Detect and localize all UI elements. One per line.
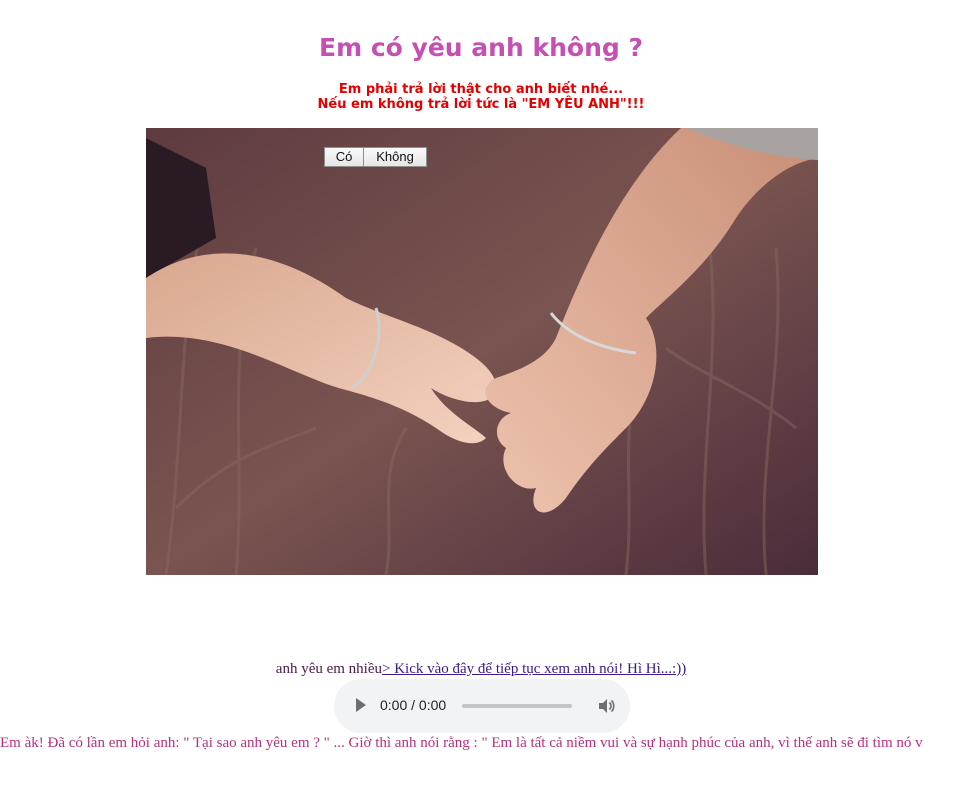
holding-hands-photo <box>146 128 818 575</box>
audio-progress-slider[interactable] <box>462 704 572 708</box>
subtitle-line-1: Em phải trả lời thật cho anh biết nhé... <box>338 82 624 97</box>
audio-player[interactable]: 0:00 / 0:00 <box>334 679 630 733</box>
scrolling-message: Em àk! Đã có lần em hỏi anh: " Tại sao a… <box>0 735 923 751</box>
audio-time-display: 0:00 / 0:00 <box>380 697 447 713</box>
continue-link[interactable]: > Kick vào đây để tiếp tục xem anh nói! … <box>382 661 686 677</box>
footer-link-line: anh yêu em nhiều> Kick vào đây để tiếp t… <box>0 661 962 678</box>
volume-icon[interactable] <box>596 696 616 716</box>
yes-button[interactable]: Có <box>324 147 364 167</box>
subtitle-line-2: Nếu em không trả lời tức là "EM YÊU ANH"… <box>317 97 645 112</box>
page-title: Em có yêu anh không ? <box>319 33 643 62</box>
play-icon[interactable] <box>356 698 366 712</box>
page: Em có yêu anh không ? Em phải trả lời th… <box>0 0 962 792</box>
love-text: anh yêu em nhiều <box>275 661 382 677</box>
no-button[interactable]: Không <box>363 147 427 167</box>
